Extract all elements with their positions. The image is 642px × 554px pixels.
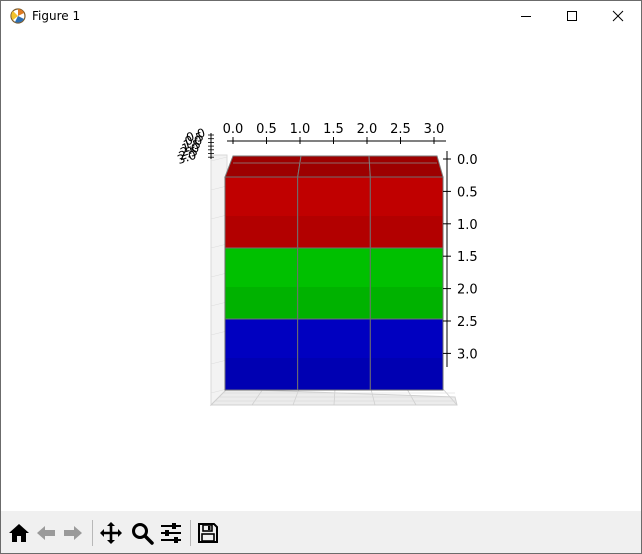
- close-button[interactable]: [595, 1, 641, 31]
- x-tick-label: 3.0: [424, 122, 445, 137]
- x-tick-label: 0.0: [223, 122, 244, 137]
- x-tick-label: 0.5: [256, 122, 277, 137]
- z-tick-label: 0.5: [457, 185, 478, 200]
- voxel-top-face: [368, 155, 444, 178]
- forward-icon: [64, 526, 82, 540]
- z-tick-label: 3.0: [457, 347, 478, 362]
- navigation-toolbar: [1, 511, 641, 553]
- home-button[interactable]: [5, 519, 33, 547]
- voxel-shading: [298, 287, 370, 318]
- z-tick-label: 1.5: [457, 250, 478, 265]
- voxel-top-face: [297, 155, 371, 178]
- x-tick-label: 1.0: [290, 122, 311, 137]
- maximize-icon: [567, 11, 577, 21]
- save-icon: [198, 523, 218, 543]
- z-tick-label: 2.5: [457, 315, 478, 330]
- voxel-shading: [298, 216, 370, 247]
- pan-button[interactable]: [97, 519, 125, 547]
- save-button[interactable]: [194, 519, 222, 547]
- back-icon: [37, 526, 55, 540]
- toolbar-separator: [92, 520, 93, 546]
- z-tick-label: 2.0: [457, 283, 478, 298]
- voxel-shading: [226, 287, 297, 318]
- close-icon: [612, 10, 624, 22]
- back-button[interactable]: [32, 519, 60, 547]
- matplotlib-app-icon: [10, 8, 26, 24]
- x-tick-label: 2.5: [390, 122, 411, 137]
- minimize-icon: [521, 16, 531, 17]
- voxel-shading: [298, 358, 370, 389]
- voxel-shading: [226, 358, 297, 389]
- z-tick-label: 1.0: [457, 218, 478, 233]
- forward-button[interactable]: [59, 519, 87, 547]
- subplots-icon: [161, 523, 181, 543]
- figure-canvas[interactable]: 0.0 0.5 1.0 1.5 2.0 2.5 3.0 0.0 0.5 1.0 1.5 2.0 2.5 3…: [1, 31, 641, 511]
- home-icon: [9, 524, 29, 542]
- zoom-button[interactable]: [128, 519, 156, 547]
- zoom-icon: [132, 523, 154, 545]
- maximize-button[interactable]: [549, 1, 595, 31]
- minimize-button[interactable]: [503, 1, 549, 31]
- voxel-shading: [371, 358, 442, 389]
- voxel-shading: [371, 287, 442, 318]
- x-tick-label: 2.0: [357, 122, 378, 137]
- voxel-plot[interactable]: 0.0 0.5 1.0 1.5 2.0 2.5 3.0 0.0 0.5 1.0 1.5 2.0 2.5 3…: [1, 31, 641, 511]
- window-title: Figure 1: [32, 9, 81, 23]
- voxel-shading: [371, 216, 442, 247]
- x-tick-label: 1.5: [323, 122, 344, 137]
- voxel-top-face: [224, 155, 302, 178]
- pan-icon: [100, 522, 122, 544]
- configure-subplots-button[interactable]: [157, 519, 185, 547]
- title-bar[interactable]: Figure 1: [1, 1, 641, 31]
- figure-window: Figure 1 0.0 0.5 1.0 1.5 2.0 2.5 3.0 0.0 0.5 1.0 1…: [0, 0, 642, 554]
- toolbar-separator: [190, 520, 191, 546]
- voxel-shading: [226, 216, 297, 247]
- z-tick-label: 0.0: [457, 153, 478, 168]
